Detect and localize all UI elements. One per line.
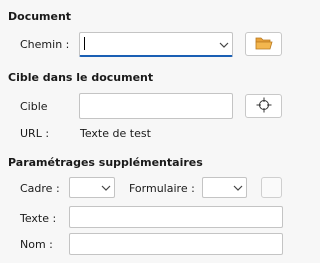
frame-label: Cadre : [20, 182, 60, 195]
document-section-title: Document [8, 10, 72, 23]
path-combobox[interactable] [79, 32, 233, 57]
target-navigator-button[interactable] [245, 94, 282, 118]
chevron-down-icon [219, 38, 229, 51]
url-label: URL : [20, 127, 50, 140]
target-label: Cible [20, 100, 48, 113]
crosshair-icon [256, 97, 272, 116]
target-input[interactable] [79, 93, 233, 119]
url-value: Texte de test [80, 127, 151, 140]
chevron-down-icon [233, 181, 243, 194]
frame-combobox[interactable] [69, 177, 115, 198]
path-label: Chemin : [20, 38, 70, 51]
chevron-down-icon [101, 181, 111, 194]
folder-open-icon [255, 36, 273, 53]
name-input[interactable] [69, 233, 283, 255]
open-file-button[interactable] [245, 32, 282, 56]
form-combobox[interactable] [202, 177, 247, 198]
extra-section-title: Paramétrages supplémentaires [8, 156, 203, 169]
name-label: Nom : [20, 238, 53, 251]
events-button[interactable] [261, 177, 282, 198]
form-dropdown-button[interactable] [230, 178, 246, 197]
text-label: Texte : [20, 212, 57, 225]
frame-dropdown-button[interactable] [98, 178, 114, 197]
form-label: Formulaire : [129, 182, 195, 195]
text-caret [84, 37, 85, 50]
target-section-title: Cible dans le document [8, 71, 154, 84]
path-dropdown-button[interactable] [215, 33, 232, 55]
text-input[interactable] [69, 206, 283, 228]
